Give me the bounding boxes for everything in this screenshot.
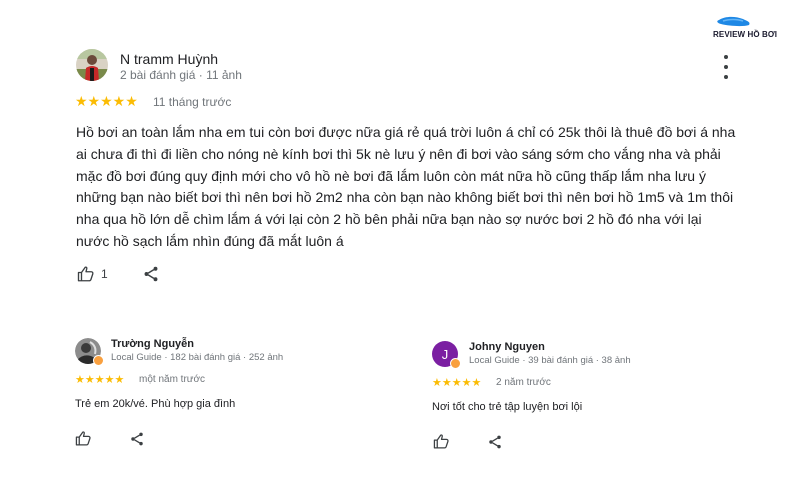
brand-logo: REVIEW HỒ BƠI [713, 14, 783, 44]
author-name[interactable]: N tramm Huỳnh [120, 51, 218, 67]
author-meta: 2 bài đánh giá · 11 ảnh [120, 68, 242, 82]
share-icon[interactable] [129, 431, 145, 447]
review-text: Trẻ em 20k/vé. Phù hợp gia đình [75, 398, 236, 410]
thumbs-up-icon [75, 431, 91, 446]
avatar[interactable] [76, 49, 108, 81]
logo-text: REVIEW HỒ BƠI [713, 30, 778, 39]
local-guide-badge-icon [450, 358, 461, 369]
review-time: 11 tháng trước [153, 95, 232, 109]
author-meta: Local Guide · 39 bài đánh giá · 38 ảnh [469, 355, 631, 366]
like-count: 1 [101, 267, 108, 281]
review-text: Nơi tốt cho trẻ tập luyện bơi lội [432, 401, 583, 413]
star-rating: ★★★★★ [75, 374, 125, 386]
wave-logo-icon [717, 16, 750, 27]
star-rating: ★★★★★ [432, 377, 482, 389]
more-options-icon[interactable] [716, 55, 736, 79]
review-time: 2 năm trước [496, 377, 551, 388]
author-meta: Local Guide · 182 bài đánh giá · 252 ảnh [111, 352, 284, 363]
avatar[interactable]: J [432, 341, 461, 369]
avatar[interactable] [75, 338, 104, 366]
review-text: Hồ bơi an toàn lắm nha em tui còn bơi đư… [76, 124, 736, 249]
user-photo-icon [76, 49, 108, 81]
like-button[interactable] [433, 433, 451, 451]
thumbs-up-icon [77, 266, 94, 282]
like-button[interactable]: 1 [77, 264, 108, 284]
author-name[interactable]: Trường Nguyễn [111, 338, 194, 350]
star-rating: ★★★★★ [75, 93, 138, 109]
like-button[interactable] [75, 430, 93, 448]
local-guide-badge-icon [93, 355, 104, 366]
share-icon[interactable] [142, 265, 160, 283]
thumbs-up-icon [433, 434, 449, 449]
review-time: một năm trước [139, 374, 206, 385]
share-icon[interactable] [487, 434, 503, 450]
author-name[interactable]: Johny Nguyen [469, 341, 545, 353]
